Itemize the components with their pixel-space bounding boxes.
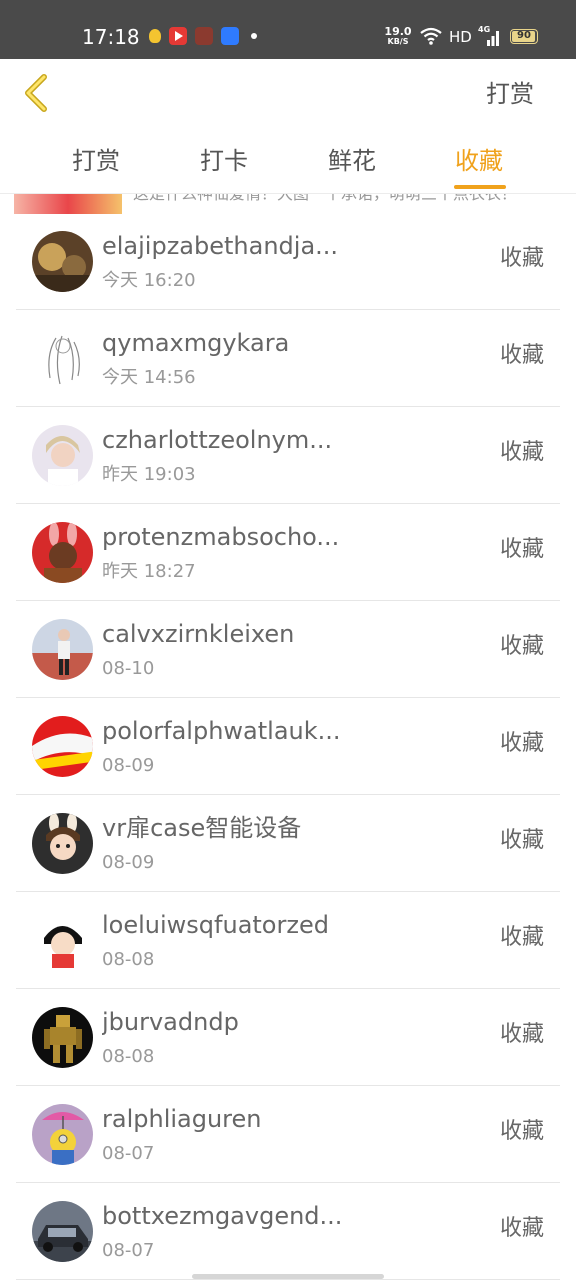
item-time: 08-08 [102,949,155,970]
item-time: 08-07 [102,1143,155,1164]
item-time: 08-08 [102,1046,155,1067]
user-name: ralphliaguren [102,1105,262,1133]
item-time: 08-07 [102,1240,155,1261]
favorite-label: 收藏 [499,1119,544,1144]
back-button[interactable] [18,71,58,115]
post-thumbnail [14,194,122,214]
avatar [32,910,93,971]
avatar [32,522,93,583]
post-excerpt: 这是什么神仙爱情？大图一个承诺，萌萌三个点衣衣？ [133,194,517,204]
user-name: polorfalphwatlauk... [102,717,341,745]
user-name: bottxezmgavgend... [102,1202,343,1230]
notification-icons [147,27,257,45]
tab-checkin[interactable]: 打卡 [200,145,248,177]
user-name: qymaxmgykara [102,329,290,357]
favorite-label: 收藏 [499,1216,544,1241]
favorite-label: 收藏 [499,1022,544,1047]
user-name: protenzmabsocho... [102,523,340,551]
user-name: elajipzabethandja... [102,232,339,260]
network-speed-unit: KB/S [387,37,409,46]
tab-bar: 打赏 打卡 鲜花 收藏 [0,129,576,194]
favorite-label: 收藏 [499,343,544,368]
status-right: 19.0 KB/S HD 4G 90 [384,25,544,50]
item-time: 08-09 [102,755,155,776]
item-time: 今天 16:20 [102,270,196,291]
list-item[interactable]: loeluiwsqfuatorzed 08-08 收藏 [16,891,560,989]
list-item[interactable]: polorfalphwatlauk... 08-09 收藏 [16,697,560,795]
avatar [32,1104,93,1165]
list-item-partial[interactable]: 这是什么神仙爱情？大图一个承诺，萌萌三个点衣衣？ [0,194,576,214]
header: 打赏 [0,59,576,129]
list-item[interactable]: qymaxmgykara 今天 14:56 收藏 [16,309,560,407]
more-notifications-dot-icon [251,33,257,39]
status-bar: 17:18 19.0 KB/S HD 4G 90 [0,0,576,59]
tab-flowers[interactable]: 鲜花 [328,145,376,177]
favorite-label: 收藏 [499,925,544,950]
list-item[interactable]: elajipzabethandja... 今天 16:20 收藏 [16,212,560,310]
favorite-label: 收藏 [499,246,544,271]
item-time: 昨天 18:27 [102,561,196,582]
favorite-label: 收藏 [499,537,544,562]
avatar [32,231,93,292]
list-item[interactable]: czharlottzeolnym... 昨天 19:03 收藏 [16,406,560,504]
hd-label: HD [449,28,472,46]
network-speed: 19.0 KB/S [384,26,412,46]
bulb-icon [149,29,161,43]
battery-text: 90 [517,30,531,41]
video-app-icon [169,27,187,45]
battery-icon: 90 [510,29,538,44]
favorites-list[interactable]: 这是什么神仙爱情？大图一个承诺，萌萌三个点衣衣？ elajipzabethand… [0,194,576,1280]
avatar [32,425,93,486]
list-item[interactable]: jburvadndp 08-08 收藏 [16,988,560,1086]
avatar [32,716,93,777]
avatar [32,1201,93,1262]
tab-active-indicator [454,185,506,189]
user-name: jburvadndp [102,1008,239,1036]
chevron-left-icon [25,74,47,112]
tab-favorites[interactable]: 收藏 [455,145,503,177]
avatar [32,1007,93,1068]
favorite-label: 收藏 [499,731,544,756]
list-item[interactable]: bottxezmgavgend... 08-07 收藏 [16,1182,560,1280]
signal-icon [487,31,499,46]
list-item[interactable]: vr扉case智能设备 08-09 收藏 [16,794,560,892]
avatar [32,813,93,874]
wifi-icon [420,27,442,45]
avatar-app-icon [195,27,213,45]
user-name: calvxzirnkleixen [102,620,295,648]
favorite-label: 收藏 [499,440,544,465]
status-time: 17:18 [82,25,140,49]
list-item[interactable]: protenzmabsocho... 昨天 18:27 收藏 [16,503,560,601]
favorite-label: 收藏 [499,828,544,853]
favorite-label: 收藏 [499,634,544,659]
item-time: 昨天 19:03 [102,464,196,485]
avatar [32,328,93,389]
list-item[interactable]: ralphliaguren 08-07 收藏 [16,1085,560,1183]
avatar [32,619,93,680]
cloud-app-icon [221,27,239,45]
user-name: vr扉case智能设备 [102,814,302,842]
tab-reward[interactable]: 打赏 [72,145,120,177]
user-name: loeluiwsqfuatorzed [102,911,329,939]
home-indicator[interactable] [192,1274,384,1279]
item-time: 今天 14:56 [102,367,196,388]
item-time: 08-10 [102,658,155,679]
header-reward-button[interactable]: 打赏 [486,79,534,109]
user-name: czharlottzeolnym... [102,426,333,454]
item-time: 08-09 [102,852,155,873]
list-item[interactable]: calvxzirnkleixen 08-10 收藏 [16,600,560,698]
